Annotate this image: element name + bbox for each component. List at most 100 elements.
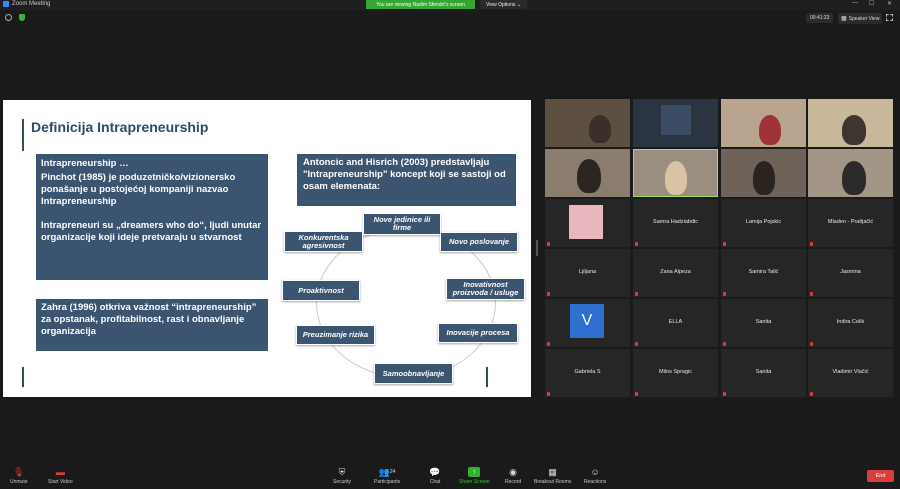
share-screen-label: Share Screen xyxy=(459,479,490,485)
bottom-left-accent xyxy=(22,367,24,387)
muted-mic-icon xyxy=(635,392,638,396)
box1-pinchot: Pinchot (1985) je poduzetničko/vizioners… xyxy=(41,172,236,207)
node-novo-poslovanje: Novo poslovanje xyxy=(440,232,518,252)
unmute-label: Unmute xyxy=(10,479,28,485)
participant-video xyxy=(842,115,866,145)
meeting-info-icon[interactable] xyxy=(5,14,12,21)
participant-tile[interactable] xyxy=(808,149,893,197)
grid-icon: ▦ xyxy=(841,16,847,22)
shield-icon: ⛨ xyxy=(338,466,346,477)
participant-name: Vladimir Vlačić xyxy=(832,369,869,375)
chat-label: Chat xyxy=(429,479,441,485)
muted-mic-icon xyxy=(723,342,726,346)
participant-name: Gabriela S xyxy=(574,369,601,375)
participant-tile[interactable]: Indira Celik xyxy=(808,299,893,347)
participant-tile[interactable]: Sanita xyxy=(721,349,806,397)
participant-tile[interactable] xyxy=(545,199,630,247)
close-icon[interactable]: ✕ xyxy=(887,0,892,7)
app-title: Zoom Meeting xyxy=(3,1,50,7)
muted-mic-icon xyxy=(547,292,550,296)
encryption-shield-icon[interactable] xyxy=(19,14,25,21)
participant-tile[interactable] xyxy=(808,99,893,147)
node-inovativnost: Inovativnost proizvoda / usluge xyxy=(446,278,525,300)
chat-icon: 💬 xyxy=(429,466,441,477)
meeting-timer: 00:41:23 xyxy=(806,13,834,23)
participant-tile[interactable] xyxy=(721,99,806,147)
muted-mic-icon xyxy=(547,392,550,396)
participant-tile[interactable]: ELLA xyxy=(633,299,718,347)
node-samoobnavljanje: Samoobnavljanje xyxy=(374,363,453,384)
muted-mic-icon xyxy=(547,242,550,246)
participant-tile[interactable]: Mladen - Pratljačić xyxy=(808,199,893,247)
end-meeting-button[interactable]: End xyxy=(867,470,894,482)
security-button[interactable]: ⛨ Security xyxy=(333,466,352,486)
minimize-icon[interactable]: — xyxy=(852,0,858,6)
reactions-label: Reactions xyxy=(584,479,607,485)
participant-tile[interactable]: Samra Hadziabdic xyxy=(633,199,718,247)
chat-button[interactable]: 💬 Chat xyxy=(429,466,441,486)
participant-name: Sanita xyxy=(755,369,772,375)
participant-tile[interactable]: V xyxy=(545,299,630,347)
muted-mic-icon xyxy=(810,292,813,296)
video-off-icon: ▬ xyxy=(55,467,65,477)
maximize-icon[interactable]: ☐ xyxy=(869,0,874,7)
antoncic-box: Antoncic and Hisrich (2003) predstavljaj… xyxy=(297,154,516,206)
start-video-button[interactable]: ▬ Start Video xyxy=(48,467,73,485)
window-title: Zoom Meeting xyxy=(12,1,51,7)
participants-count: 24 xyxy=(389,469,396,475)
record-button[interactable]: ◉ Record xyxy=(505,466,521,486)
muted-microphone-icon: 🎙 xyxy=(13,466,25,477)
participants-label: Participants xyxy=(374,479,401,485)
participant-name: Zana Alpeza xyxy=(660,269,691,275)
participant-tile[interactable]: Zana Alpeza xyxy=(633,249,718,297)
participant-tile[interactable]: Vladimir Vlačić xyxy=(808,349,893,397)
slide-title: Definicija Intrapreneurship xyxy=(31,119,209,135)
meeting-toolbar: 🎙 Unmute ▬ Start Video ⛨ Security 👥 24 Pa… xyxy=(0,463,900,489)
muted-mic-icon xyxy=(635,242,638,246)
speaker-view-label: Speaker View xyxy=(848,15,880,22)
muted-mic-icon xyxy=(635,292,638,296)
record-icon: ◉ xyxy=(509,466,517,477)
participants-button[interactable]: 👥 24 Participants xyxy=(374,466,401,486)
participant-name: Mladen - Pratljačić xyxy=(827,219,874,225)
security-label: Security xyxy=(333,479,352,485)
unmute-button[interactable]: 🎙 Unmute xyxy=(10,466,28,486)
participant-tile-active-speaker[interactable] xyxy=(633,149,718,197)
box1-dreamers: Intrapreneuri su „dreamers who do“, ljud… xyxy=(41,220,262,243)
breakout-label: Breakout Rooms xyxy=(534,479,572,485)
participants-icon: 👥 24 xyxy=(378,466,396,477)
muted-mic-icon xyxy=(810,242,813,246)
participant-gallery: Samra Hadziabdic Lamija Pojskic Mladen -… xyxy=(545,99,893,399)
participant-name: Milos Spragic xyxy=(658,369,692,375)
muted-mic-icon xyxy=(810,342,813,346)
smiley-icon: ☺ xyxy=(590,467,600,477)
participant-tile[interactable]: Jasmina xyxy=(808,249,893,297)
zoom-logo-icon xyxy=(3,1,9,7)
participant-tile[interactable] xyxy=(633,99,718,147)
participant-tile[interactable]: Gabriela S xyxy=(545,349,630,397)
participant-tile[interactable]: Milos Spragic xyxy=(633,349,718,397)
participant-tile[interactable]: Ljiljana xyxy=(545,249,630,297)
participant-video xyxy=(753,161,775,195)
speaker-view-button[interactable]: ▦ Speaker View xyxy=(838,13,883,24)
breakout-rooms-button[interactable]: ▦ Breakout Rooms xyxy=(534,467,572,486)
participant-tile[interactable]: Lamija Pojskic xyxy=(721,199,806,247)
window-titlebar: Zoom Meeting You are viewing Nadim Sfend… xyxy=(0,0,900,10)
share-arrow-icon: ↑ xyxy=(468,467,481,477)
panel-splitter[interactable] xyxy=(536,240,538,256)
zahra-box: Zahra (1996) otkriva važnost “intraprene… xyxy=(36,299,268,351)
reactions-button[interactable]: ☺ Reactions xyxy=(584,467,606,485)
participant-tile[interactable]: Sanita xyxy=(721,299,806,347)
node-konkurentska: Konkurentska agresivnost xyxy=(284,231,363,252)
node-proaktivnost: Proaktivnost xyxy=(282,280,360,301)
participant-video xyxy=(577,159,601,193)
participant-tile[interactable]: Samira Talić xyxy=(721,249,806,297)
share-screen-button[interactable]: ↑ Share Screen xyxy=(459,467,490,485)
participant-video xyxy=(759,115,781,145)
participant-tile[interactable] xyxy=(721,149,806,197)
view-options-button[interactable]: View Options ⌄ xyxy=(480,0,527,9)
muted-mic-icon xyxy=(723,292,726,296)
participant-tile[interactable] xyxy=(545,99,630,147)
participant-tile[interactable] xyxy=(545,149,630,197)
fullscreen-icon[interactable] xyxy=(886,14,893,21)
